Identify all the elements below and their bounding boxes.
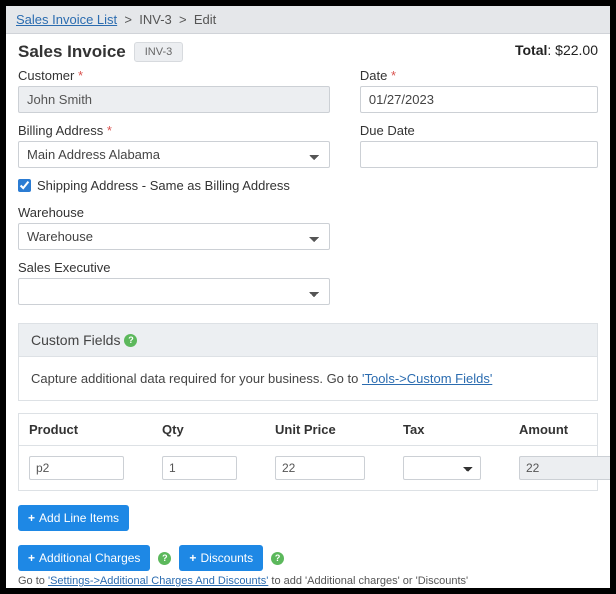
- warehouse-select[interactable]: Warehouse: [18, 223, 330, 250]
- billing-address-label: Billing Address *: [18, 123, 330, 138]
- line-product-input[interactable]: [29, 456, 124, 480]
- customer-field[interactable]: [18, 86, 330, 113]
- charges-hint: Go to 'Settings->Additional Charges And …: [18, 575, 598, 587]
- sales-invoice-form: Sales Invoice List > INV-3 > Edit Sales …: [6, 6, 610, 588]
- line-tax-select[interactable]: [403, 456, 481, 480]
- sales-executive-select[interactable]: [18, 278, 330, 305]
- billing-address-select[interactable]: Main Address Alabama: [18, 141, 330, 168]
- due-date-field[interactable]: [360, 141, 598, 168]
- plus-icon: +: [28, 511, 35, 525]
- custom-fields-link[interactable]: 'Tools->Custom Fields': [362, 371, 492, 386]
- warehouse-label: Warehouse: [18, 205, 330, 220]
- plus-icon: +: [189, 551, 196, 565]
- shipping-same-checkbox[interactable]: [18, 179, 31, 192]
- date-field[interactable]: [360, 86, 598, 113]
- sales-executive-label: Sales Executive: [18, 260, 330, 275]
- breadcrumb-root-link[interactable]: Sales Invoice List: [16, 12, 117, 27]
- date-label: Date *: [360, 68, 598, 83]
- breadcrumb-action: Edit: [194, 12, 216, 27]
- plus-icon: +: [28, 551, 35, 565]
- page-title: Sales Invoice INV-3: [18, 42, 183, 62]
- custom-fields-body: Capture additional data required for you…: [18, 357, 598, 401]
- customer-label: Customer *: [18, 68, 330, 83]
- discounts-button[interactable]: +Discounts: [179, 545, 263, 571]
- line-qty-input[interactable]: [162, 456, 237, 480]
- due-date-label: Due Date: [360, 123, 598, 138]
- help-icon[interactable]: ?: [158, 552, 171, 565]
- line-item-row: [18, 446, 598, 491]
- total-display: Total: $22.00: [515, 42, 598, 58]
- additional-charges-button[interactable]: +Additional Charges: [18, 545, 150, 571]
- settings-link[interactable]: 'Settings->Additional Charges And Discou…: [48, 575, 268, 587]
- add-line-items-button[interactable]: +Add Line Items: [18, 505, 129, 531]
- help-icon[interactable]: ?: [271, 552, 284, 565]
- line-amount-display: [519, 456, 610, 480]
- line-unit-price-input[interactable]: [275, 456, 365, 480]
- custom-fields-header: Custom Fields ?: [18, 323, 598, 357]
- help-icon[interactable]: ?: [124, 334, 137, 347]
- shipping-same-label: Shipping Address - Same as Billing Addre…: [37, 178, 290, 193]
- breadcrumb-item: INV-3: [139, 12, 172, 27]
- breadcrumb: Sales Invoice List > INV-3 > Edit: [6, 6, 610, 34]
- line-items-header: Product Qty Unit Price Tax Amount: [18, 413, 598, 446]
- invoice-id-badge: INV-3: [134, 42, 184, 62]
